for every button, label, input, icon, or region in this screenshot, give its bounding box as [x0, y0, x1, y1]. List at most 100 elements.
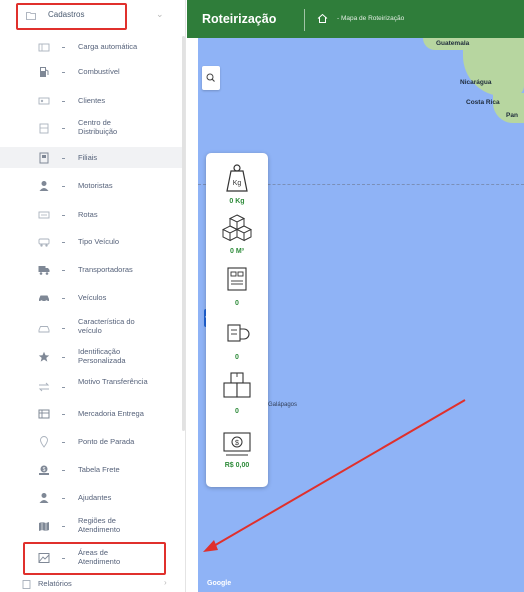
sidebar-section-relatorios[interactable]: Relatórios › — [0, 578, 183, 592]
app-header: Roteirização - Mapa de Roteirização — [187, 0, 524, 38]
sidebar-item-label: Combustível — [78, 67, 120, 76]
sidebar-item-motivo-transferencia[interactable]: Motivo Transferência — [0, 373, 183, 401]
sidebar-item-motoristas[interactable]: Motoristas — [0, 176, 183, 196]
stat-value: $ R$ 0,00 — [206, 428, 268, 478]
report-icon — [22, 580, 31, 589]
sidebar-item-tipo-veiculo[interactable]: Tipo Veículo — [0, 232, 183, 252]
money-icon: $ — [223, 432, 251, 456]
sidebar-item-mercadoria-entrega[interactable]: Mercadoria Entrega — [0, 404, 183, 424]
google-logo: Google — [207, 580, 232, 587]
sidebar-item-label: Característica do veículo — [78, 317, 135, 335]
sidebar-item-combustivel[interactable]: Combustível — [0, 63, 183, 81]
item-bullet — [62, 270, 65, 271]
sidebar: Cadastros ⌄ Carga automática Combustível… — [0, 0, 186, 592]
packages-value: 0 — [235, 300, 239, 307]
sidebar-item-ajudantes[interactable]: Ajudantes — [0, 488, 183, 508]
stat-weight: Kg 0 Kg — [206, 163, 268, 208]
item-bullet — [62, 215, 65, 216]
sidebar-item-veiculos[interactable]: Veículos — [0, 288, 183, 308]
header-divider — [304, 9, 305, 31]
clients-icon — [38, 97, 50, 105]
sidebar-item-caracteristica-veiculo[interactable]: Característica do veículo — [0, 313, 183, 341]
sidebar-item-label: Carga automática — [78, 42, 138, 51]
item-bullet — [62, 498, 65, 499]
stat-boxes: 0 — [206, 369, 268, 419]
areas-icon — [38, 553, 50, 563]
home-icon[interactable] — [317, 13, 328, 24]
car-icon — [39, 295, 49, 303]
vehicle-type-icon — [38, 238, 50, 247]
driver-icon — [39, 181, 49, 191]
sidebar-item-identificacao-personalizada[interactable]: Identificação Personalizada — [0, 343, 183, 371]
freight-table-icon: $ — [39, 465, 49, 475]
sidebar-item-label: Identificação Personalizada — [78, 347, 126, 365]
chevron-icon: ⌄ — [156, 9, 164, 19]
svg-text:$: $ — [235, 440, 239, 447]
stop-point-icon — [40, 436, 48, 448]
map-label-guatemala: Guatemala — [436, 40, 470, 47]
sidebar-item-label: Ponto de Parada — [78, 437, 135, 446]
item-bullet — [62, 470, 65, 471]
item-bullet — [62, 357, 65, 358]
map-label-panama: Pan — [506, 112, 518, 119]
sidebar-item-ponto-parada[interactable]: Ponto de Parada — [0, 432, 183, 452]
sidebar-item-label: Ajudantes — [78, 493, 112, 502]
route-icon — [38, 211, 50, 219]
package-icon — [227, 267, 247, 291]
page-title: Roteirização — [202, 12, 277, 26]
delivery-icon — [227, 324, 250, 342]
sidebar-item-label: Clientes — [78, 96, 106, 105]
breadcrumb[interactable]: - Mapa de Roteirização — [337, 15, 404, 22]
cargo-summary-panel: Kg 0 Kg 0 M³ 0 0 0 $ R$ 0,00 — [206, 153, 268, 487]
sidebar-section-label: Relatórios — [38, 579, 72, 588]
sidebar-item-carga-automatica[interactable]: Carga automática — [0, 38, 183, 56]
sidebar-item-transportadoras[interactable]: Transportadoras — [0, 260, 183, 280]
item-bullet — [62, 186, 65, 187]
sidebar-section-label: Cadastros — [48, 10, 85, 19]
item-bullet — [62, 414, 65, 415]
fuel-icon — [40, 67, 49, 77]
folder-icon — [26, 12, 36, 20]
item-bullet — [62, 387, 65, 388]
sidebar-section-cadastros[interactable]: Cadastros ⌄ — [17, 4, 177, 29]
sidebar-item-filiais[interactable]: Filiais — [0, 147, 183, 168]
helpers-icon — [39, 493, 49, 503]
item-bullet — [62, 47, 65, 48]
branches-icon — [39, 152, 49, 164]
svg-text:$: $ — [43, 467, 46, 473]
item-bullet — [62, 128, 65, 129]
svg-text:Kg: Kg — [233, 180, 242, 187]
stat-volume: 0 M³ — [206, 213, 268, 258]
sidebar-item-tabela-frete[interactable]: $ Tabela Frete — [0, 460, 183, 480]
boxes-value: 0 — [235, 408, 239, 415]
sidebar-item-label: Mercadoria Entrega — [78, 409, 144, 418]
sidebar-scrollbar[interactable] — [182, 36, 185, 431]
map-search-button[interactable] — [202, 66, 220, 90]
weight-icon: Kg — [226, 164, 248, 192]
item-bullet — [62, 72, 65, 73]
cargo-value: R$ 0,00 — [224, 462, 250, 469]
sidebar-item-areas-atendimento[interactable]: Áreas de Atendimento — [0, 544, 183, 572]
sidebar-item-rotas[interactable]: Rotas — [0, 205, 183, 225]
item-bullet — [62, 298, 65, 299]
sidebar-item-label: Filiais — [78, 153, 98, 162]
sidebar-item-label: Tipo Veículo — [78, 237, 119, 246]
map-label-galapagos: Galápagos — [268, 402, 298, 408]
map-land-nicaragua — [463, 46, 524, 96]
item-bullet — [62, 158, 65, 159]
vehicle-feature-icon — [38, 326, 50, 333]
search-icon — [206, 73, 215, 82]
sidebar-item-label: Motivo Transferência — [78, 377, 148, 386]
map-label-costa-rica: Costa Rica — [466, 99, 500, 106]
truck-icon — [38, 266, 50, 275]
sidebar-item-label: Centro de Distribuição — [78, 118, 118, 136]
sidebar-item-regioes-atendimento[interactable]: Regiões de Atendimento — [0, 512, 183, 540]
sidebar-item-label: Veículos — [78, 293, 107, 302]
item-bullet — [62, 328, 65, 329]
sidebar-item-clientes[interactable]: Clientes — [0, 92, 183, 110]
sidebar-item-centro-distribuicao[interactable]: Centro de Distribuição — [0, 114, 183, 142]
sidebar-item-label: Rotas — [78, 210, 98, 219]
merchandise-icon — [38, 409, 50, 419]
deliveries-value: 0 — [235, 354, 239, 361]
volume-cubes-icon — [222, 214, 252, 242]
